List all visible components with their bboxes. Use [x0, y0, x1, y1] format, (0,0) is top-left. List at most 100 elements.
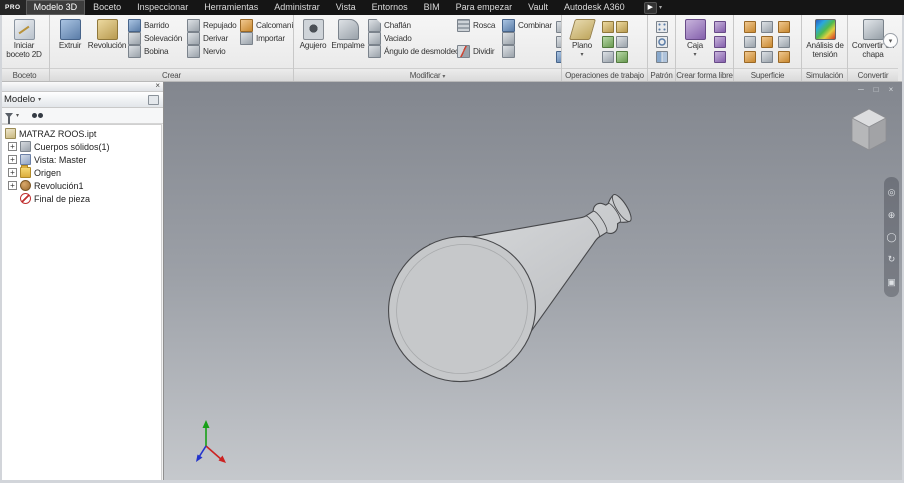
- doc-restore-button[interactable]: □: [871, 85, 881, 94]
- agujero-button[interactable]: Agujero: [296, 16, 330, 51]
- work-point-button[interactable]: [601, 35, 614, 48]
- offset-plane-icon: [615, 20, 628, 33]
- viewport[interactable]: ─ □ × ◎ ⊕ ◯ ↻ ▣: [164, 81, 904, 483]
- angulo-desmoldeo-button[interactable]: Ángulo de desmoldeo: [366, 45, 460, 58]
- axis-through-points-button[interactable]: [615, 35, 628, 48]
- nervio-button[interactable]: Nervio: [185, 45, 237, 58]
- pan-icon[interactable]: ⊕: [888, 210, 896, 220]
- copy-object-button[interactable]: [555, 20, 561, 33]
- replace-face-button[interactable]: [743, 50, 756, 63]
- browser-header[interactable]: Modelo ▾: [0, 92, 163, 108]
- calcomania-button[interactable]: Calcomanía: [238, 19, 293, 32]
- orbit-icon[interactable]: ↻: [888, 254, 896, 264]
- combinar-button[interactable]: Combinar: [500, 19, 554, 32]
- move-face-button[interactable]: [555, 35, 561, 48]
- freeform-sphere-icon: [713, 35, 726, 48]
- importar-button[interactable]: Importar: [238, 32, 293, 45]
- tab-bim[interactable]: BIM: [416, 0, 448, 15]
- group-label-modificar[interactable]: Modificar ▾: [294, 67, 561, 81]
- tree-item-final-de-pieza[interactable]: Final de pieza: [2, 192, 161, 205]
- tab-vista[interactable]: Vista: [328, 0, 364, 15]
- expand-icon[interactable]: +: [8, 155, 17, 164]
- mirror-button[interactable]: [655, 50, 668, 63]
- browser-tree: MATRAZ ROOS.ipt + Cuerpos sólidos(1) + V…: [1, 124, 162, 482]
- chaflan-button[interactable]: Chaflán: [366, 19, 454, 32]
- circular-pattern-button[interactable]: [655, 35, 668, 48]
- bobina-button[interactable]: Bobina: [126, 45, 184, 58]
- trim-surface-icon: [743, 35, 756, 48]
- work-axis-button[interactable]: [601, 20, 614, 33]
- ribbon-group-patron: Patrón: [648, 15, 676, 81]
- delete-surface-face-button[interactable]: [777, 35, 790, 48]
- tab-autodesk-a360[interactable]: Autodesk A360: [556, 0, 633, 15]
- video-button[interactable]: ▶ ▾: [639, 0, 667, 15]
- thicken-button[interactable]: [500, 32, 554, 45]
- tab-modelo-3d[interactable]: Modelo 3D: [25, 0, 86, 15]
- freeform-sphere-button[interactable]: [713, 35, 726, 48]
- trim-surface-button[interactable]: [743, 35, 756, 48]
- caja-button[interactable]: Caja ▾: [678, 16, 712, 58]
- stitch-button[interactable]: [743, 20, 756, 33]
- expand-icon[interactable]: +: [8, 181, 17, 190]
- tree-item-cuerpos-solidos[interactable]: + Cuerpos sólidos(1): [2, 140, 161, 153]
- extruir-button[interactable]: Extruir: [52, 16, 88, 51]
- freeform-quadball-button[interactable]: [713, 50, 726, 63]
- patch-button[interactable]: [777, 20, 790, 33]
- tab-administrar[interactable]: Administrar: [266, 0, 328, 15]
- ucs-button[interactable]: [601, 50, 614, 63]
- search-icon[interactable]: [32, 113, 44, 118]
- doc-close-button[interactable]: ×: [886, 85, 896, 94]
- freeform-cylinder-button[interactable]: [713, 20, 726, 33]
- doc-minimize-button[interactable]: ─: [856, 85, 866, 94]
- delete-face-button[interactable]: [500, 45, 554, 58]
- extrude-icon: [59, 19, 81, 40]
- agujero-label: Agujero: [299, 41, 327, 50]
- shell-icon: [368, 32, 381, 45]
- rectangular-pattern-button[interactable]: [655, 20, 668, 33]
- rosca-button[interactable]: Rosca: [455, 19, 499, 32]
- solevacion-label: Solevación: [144, 34, 183, 43]
- panel-close-icon[interactable]: ×: [155, 81, 160, 91]
- iniciar-boceto-2d-label: Iniciar boceto 2D: [6, 41, 42, 59]
- filter-icon[interactable]: [5, 113, 13, 124]
- barrido-button[interactable]: Barrido: [126, 19, 184, 32]
- revolucion-button[interactable]: Revolución: [88, 16, 126, 51]
- tab-herramientas[interactable]: Herramientas: [196, 0, 266, 15]
- zoom-icon[interactable]: ◯: [886, 232, 896, 242]
- ruled-surface-button[interactable]: [760, 50, 773, 63]
- tab-entornos[interactable]: Entornos: [364, 0, 416, 15]
- delete-surface-face-icon: [777, 35, 790, 48]
- tab-inspeccionar[interactable]: Inspeccionar: [129, 0, 196, 15]
- tree-item-revolucion1[interactable]: + Revolución1: [2, 179, 161, 192]
- direct-edit-icon: [555, 50, 561, 63]
- derivar-button[interactable]: Derivar: [185, 32, 237, 45]
- ribbon-options-button[interactable]: ▾: [883, 33, 898, 48]
- plano-button[interactable]: Plano ▾: [564, 16, 600, 58]
- look-at-icon[interactable]: ▣: [887, 277, 896, 287]
- grounded-point-button[interactable]: [615, 50, 628, 63]
- tab-boceto[interactable]: Boceto: [85, 0, 129, 15]
- view-cube[interactable]: [842, 101, 894, 153]
- expand-icon[interactable]: +: [8, 168, 17, 177]
- tab-vault[interactable]: Vault: [520, 0, 556, 15]
- empalme-button[interactable]: Empalme: [331, 16, 365, 51]
- iniciar-boceto-2d-button[interactable]: Iniciar boceto 2D: [2, 16, 46, 59]
- dividir-button[interactable]: Dividir: [455, 45, 499, 58]
- tree-item-origen[interactable]: + Origen: [2, 165, 161, 179]
- full-navigation-wheel-icon[interactable]: ◎: [888, 187, 896, 197]
- solevacion-button[interactable]: Solevación: [126, 32, 184, 45]
- sculpt-button[interactable]: [760, 20, 773, 33]
- tab-para-empezar[interactable]: Para empezar: [448, 0, 521, 15]
- vaciado-button[interactable]: Vaciado: [366, 32, 454, 45]
- direct-edit-button[interactable]: [555, 50, 561, 63]
- repujado-button[interactable]: Repujado: [185, 19, 237, 32]
- offset-plane-button[interactable]: [615, 20, 628, 33]
- analisis-tension-button[interactable]: Análisis de tensión: [804, 16, 846, 59]
- expand-icon[interactable]: +: [8, 142, 17, 151]
- app-logo[interactable]: PRO: [0, 0, 26, 15]
- tree-item-root[interactable]: MATRAZ ROOS.ipt: [2, 127, 161, 140]
- thicken-surface-button[interactable]: [777, 50, 790, 63]
- replace-face-icon: [743, 50, 756, 63]
- browser-options-icon[interactable]: [148, 94, 159, 105]
- extend-surface-button[interactable]: [760, 35, 773, 48]
